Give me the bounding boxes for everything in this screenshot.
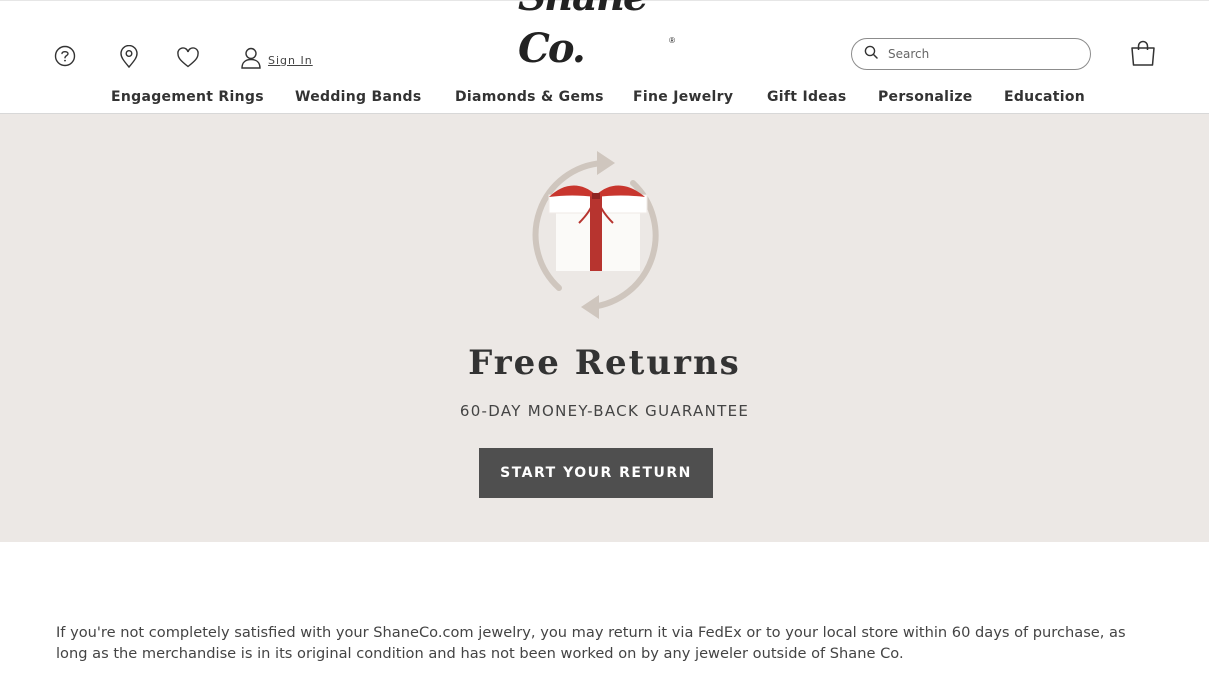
start-return-button[interactable]: START YOUR RETURN — [479, 448, 713, 498]
location-pin-icon[interactable] — [119, 45, 139, 69]
user-icon — [240, 46, 262, 75]
nav-wedding-bands[interactable]: Wedding Bands — [295, 87, 421, 107]
sign-in-link[interactable]: Sign In — [240, 47, 313, 73]
search-box — [851, 38, 1091, 70]
nav-engagement-rings[interactable]: Engagement Rings — [111, 87, 264, 107]
nav-fine-jewelry[interactable]: Fine Jewelry — [633, 87, 733, 107]
nav-gift-ideas[interactable]: Gift Ideas — [767, 87, 846, 107]
sign-in-label: Sign In — [268, 53, 313, 67]
gift-return-cycle-icon — [519, 151, 673, 319]
main-nav: Engagement Rings Wedding Bands Diamonds … — [0, 87, 1209, 109]
hero-subtitle: 60-DAY MONEY-BACK GUARANTEE — [459, 402, 750, 420]
logo-registered-mark: ® — [669, 36, 675, 45]
search-icon[interactable] — [864, 45, 878, 64]
help-icon[interactable] — [54, 45, 76, 67]
hero-title: Free Returns — [468, 343, 741, 383]
logo-text: Shane Co. — [518, 0, 648, 72]
heart-icon[interactable] — [176, 47, 200, 69]
site-header: Sign In Shane Co. ® Engagement Rings Wed… — [0, 0, 1209, 114]
shane-co-logo[interactable]: Shane Co. ® — [518, 0, 675, 75]
nav-diamonds-gems[interactable]: Diamonds & Gems — [455, 87, 604, 107]
free-returns-hero: Free Returns 60-DAY MONEY-BACK GUARANTEE… — [0, 114, 1209, 542]
shopping-bag-icon[interactable] — [1129, 39, 1157, 72]
search-input[interactable] — [888, 47, 1078, 61]
nav-personalize[interactable]: Personalize — [878, 87, 973, 107]
nav-education[interactable]: Education — [1004, 87, 1085, 107]
returns-policy-text: If you're not completely satisfied with … — [56, 624, 1126, 662]
